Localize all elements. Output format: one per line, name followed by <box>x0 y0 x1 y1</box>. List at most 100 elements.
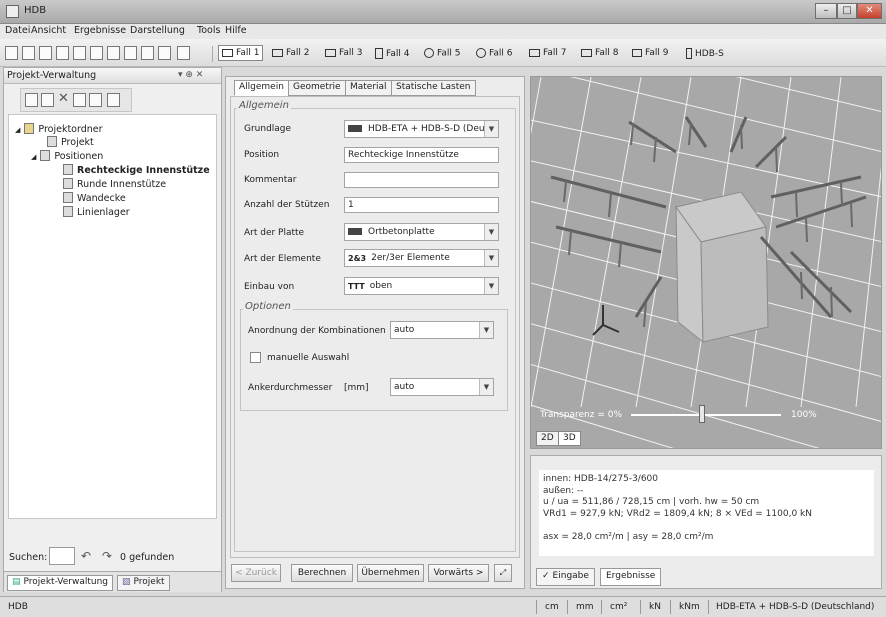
case-button-9[interactable]: Fall 9 <box>632 48 668 58</box>
tab-projekt-verwaltung[interactable]: ▤ Projekt-Verwaltung <box>7 575 114 591</box>
pdf-icon[interactable] <box>141 46 154 60</box>
toolbar: Fall 1 Fall 2 Fall 3 Fall 4 Fall 5 Fall … <box>0 39 886 67</box>
delete-icon[interactable]: ✕ <box>58 91 69 106</box>
group-optionen-title: Optionen <box>243 301 293 312</box>
transparency-slider-track[interactable] <box>631 414 781 416</box>
position-input[interactable]: Rechteckige Innenstütze <box>344 147 499 163</box>
einbau-select[interactable]: TTT oben ▼ <box>344 277 499 295</box>
menu-ergebnisse[interactable]: Ergebnisse <box>74 25 126 36</box>
case-1-label: Fall 1 <box>236 48 260 58</box>
print-icon[interactable] <box>56 46 69 60</box>
case-button-2[interactable]: Fall 2 <box>272 48 309 58</box>
anzahl-input[interactable]: 1 <box>344 197 499 213</box>
menu-ansicht[interactable]: Ansicht <box>31 25 66 36</box>
report-icon[interactable] <box>107 46 120 60</box>
hdb-s-label: HDB-S <box>695 49 724 59</box>
menu-hilfe[interactable]: Hilfe <box>225 25 247 36</box>
menu-tools[interactable]: Tools <box>197 25 220 36</box>
case-6-label: Fall 6 <box>489 48 513 59</box>
apply-button[interactable]: Übernehmen <box>357 564 424 582</box>
open-file-icon[interactable] <box>22 46 35 60</box>
project-icon <box>47 136 57 147</box>
anker-select[interactable]: auto ▼ <box>390 378 494 396</box>
collapse-icon: ◢ <box>15 126 21 134</box>
tree-item-rechteckige-innenstuetze[interactable]: Rechteckige Innenstütze <box>63 164 210 176</box>
case-button-8[interactable]: Fall 8 <box>581 48 618 58</box>
forward-button[interactable]: Vorwärts > <box>428 564 489 582</box>
tab-allgemein[interactable]: Allgemein <box>234 80 289 96</box>
case-button-7[interactable]: Fall 7 <box>529 48 566 58</box>
maximize-button[interactable]: □ <box>837 3 857 19</box>
anker-value: auto <box>394 382 415 392</box>
app-icon <box>6 5 19 18</box>
tree-positions[interactable]: ◢ Positionen <box>31 150 103 162</box>
results-panel: innen: HDB-14/275-3/600 außen: -- u / ua… <box>530 455 882 589</box>
einbau-label: Einbau von <box>244 282 295 292</box>
print-preview-icon[interactable] <box>73 46 86 60</box>
copy-icon[interactable] <box>89 93 102 107</box>
grundlage-select[interactable]: HDB-ETA + HDB-S-D (Deu ▼ <box>344 120 499 138</box>
case-button-hdb-s[interactable]: HDB-S <box>686 48 724 59</box>
tab-projekt[interactable]: ▧ Projekt <box>117 575 170 591</box>
view-3d-button[interactable]: 3D <box>558 431 581 446</box>
new-file-icon[interactable] <box>5 46 18 60</box>
elemente-select[interactable]: 2&3 2er/3er Elemente ▼ <box>344 249 499 267</box>
case-button-4[interactable]: Fall 4 <box>375 48 409 59</box>
tab-material[interactable]: Material <box>345 80 392 96</box>
search-result-count: 0 gefunden <box>120 552 175 563</box>
3d-viewer[interactable]: Transparenz = 0% 100% 2D 3D <box>530 76 882 449</box>
project-icon: ▧ <box>122 577 131 587</box>
manual-selection-checkbox[interactable] <box>250 352 261 363</box>
settings-icon[interactable] <box>177 46 190 60</box>
case-3-label: Fall 3 <box>339 48 363 58</box>
tree-root[interactable]: ◢ Projektordner <box>15 123 103 135</box>
elemente-value: 2er/3er Elemente <box>371 253 450 263</box>
manual-selection-label: manuelle Auswahl <box>267 353 350 363</box>
add-position-icon[interactable] <box>41 93 54 107</box>
tree-item-wandecke[interactable]: Wandecke <box>63 192 126 204</box>
tree-item-linienlager[interactable]: Linienlager <box>63 206 130 218</box>
checkmark-icon: ✓ <box>542 571 550 581</box>
expand-icon[interactable]: ⤢ <box>494 564 512 582</box>
tree-item-runde-innenstuetze[interactable]: Runde Innenstütze <box>63 178 166 190</box>
platte-select[interactable]: Ortbetonplatte ▼ <box>344 223 499 241</box>
tree-project[interactable]: Projekt <box>47 136 94 148</box>
menu-darstellung[interactable]: Darstellung <box>130 25 185 36</box>
status-unit-area: cm² <box>610 602 628 612</box>
kommentar-input[interactable] <box>344 172 499 188</box>
calculate-button[interactable]: Berechnen <box>291 564 353 582</box>
search-input[interactable] <box>49 547 75 565</box>
case-button-6[interactable]: Fall 6 <box>476 48 512 59</box>
edit-icon[interactable] <box>73 93 86 107</box>
case-button-5[interactable]: Fall 5 <box>424 48 460 59</box>
menu-datei[interactable]: Datei <box>5 25 30 36</box>
tree-item-label: Wandecke <box>77 193 126 204</box>
position-icon <box>63 206 73 217</box>
tab-ergebnisse[interactable]: Ergebnisse <box>600 568 662 586</box>
status-standard: HDB-ETA + HDB-S-D (Deutschland) <box>716 602 875 612</box>
tab-geometrie[interactable]: Geometrie <box>288 80 346 96</box>
mounting-icon: TTT <box>348 282 365 291</box>
tab-eingabe[interactable]: ✓ Eingabe <box>536 568 595 586</box>
minimize-button[interactable]: – <box>815 3 837 19</box>
add-folder-icon[interactable] <box>25 93 38 107</box>
document-icon[interactable] <box>124 46 137 60</box>
transparency-slider-thumb[interactable] <box>698 405 705 423</box>
paste-icon[interactable] <box>107 93 120 107</box>
case-button-3[interactable]: Fall 3 <box>325 48 362 58</box>
panel-pin-close-icons[interactable]: ▾ ⊕ ✕ <box>178 70 203 80</box>
close-button[interactable]: ✕ <box>857 3 882 19</box>
case-5-icon <box>424 48 434 58</box>
chevron-down-icon: ▼ <box>484 224 498 240</box>
tab-statische-lasten[interactable]: Statische Lasten <box>391 80 476 96</box>
anordnung-select[interactable]: auto ▼ <box>390 321 494 339</box>
view-2d-button[interactable]: 2D <box>536 431 559 446</box>
case-button-1[interactable]: Fall 1 <box>218 45 264 61</box>
text-icon[interactable] <box>158 46 171 60</box>
search-next-icon[interactable]: ↷ <box>102 549 112 563</box>
export-icon[interactable] <box>90 46 103 60</box>
search-previous-icon[interactable]: ↶ <box>81 549 91 563</box>
back-button[interactable]: < Zurück <box>231 564 281 582</box>
case-7-label: Fall 7 <box>543 48 567 58</box>
save-icon[interactable] <box>39 46 52 60</box>
